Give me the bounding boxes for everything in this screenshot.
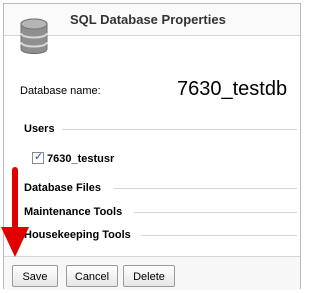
section-users-title[interactable]: Users: [24, 123, 55, 135]
section-database-files-divider: [114, 188, 297, 189]
footer-bar: Save Cancel Delete: [4, 256, 300, 290]
panel-title: SQL Database Properties: [70, 12, 226, 27]
save-button[interactable]: Save: [12, 265, 58, 287]
section-maintenance-tools-divider: [134, 212, 297, 213]
properties-panel: SQL Database Properties Database name: 7…: [3, 3, 301, 290]
cancel-button[interactable]: Cancel: [66, 265, 118, 287]
section-housekeeping-tools-title[interactable]: Housekeeping Tools: [24, 229, 131, 241]
database-name-label: Database name:: [20, 85, 101, 97]
delete-button[interactable]: Delete: [123, 265, 175, 287]
section-housekeeping-tools-divider: [141, 235, 297, 236]
database-name-value: 7630_testdb: [177, 78, 288, 100]
red-annotation-arrow-icon: [1, 167, 29, 257]
database-icon: [20, 18, 48, 54]
section-users-divider: [62, 129, 297, 130]
user-label: 7630_testusr: [47, 153, 115, 165]
user-checkbox[interactable]: [32, 150, 44, 164]
